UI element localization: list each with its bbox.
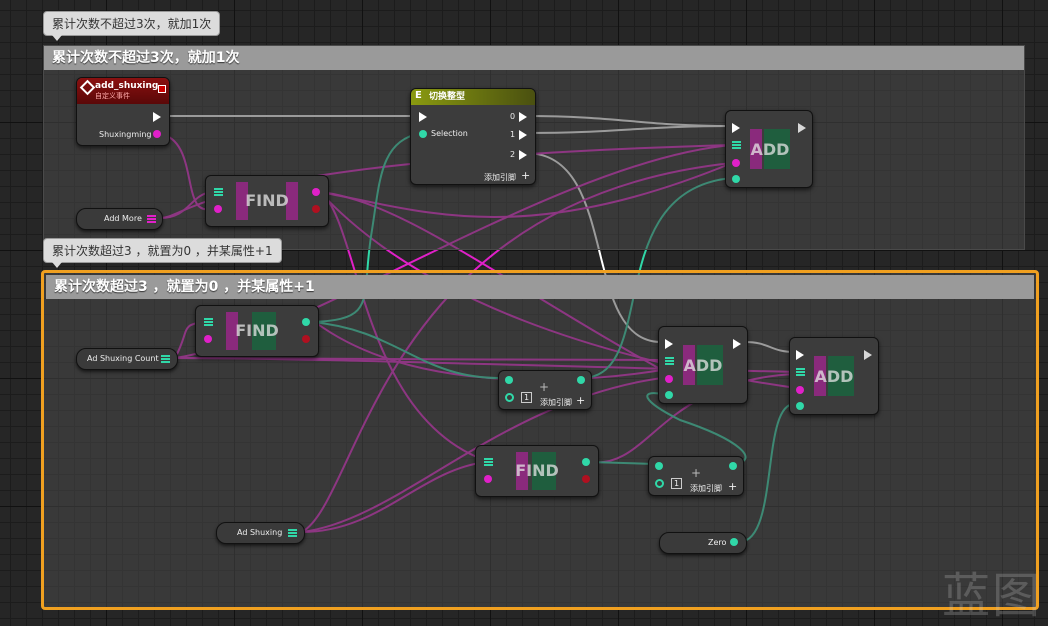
add-item-in-pin[interactable] [665,375,673,383]
event-exec-out-pin[interactable] [153,112,161,122]
event-string-out-pin[interactable] [153,130,161,138]
find-bool-out-pin[interactable] [582,475,590,483]
var-add-more[interactable]: Add More [76,208,163,230]
array-in-icon[interactable] [204,318,213,326]
make-array-node-2[interactable]: + 1 添加引脚 + [648,456,744,496]
make-array-in-pin-0[interactable] [655,462,663,470]
switch-selection-label: Selection [431,129,468,138]
add-label: ADD [814,367,854,386]
add-int-out-pin[interactable] [796,402,804,410]
comment-bubble-top: 累计次数不超过3次，就加1次 [43,11,221,41]
watermark: 蓝图 [941,568,1042,624]
find-item-in-pin[interactable] [484,475,492,483]
make-array-in-pin-1[interactable] [655,479,664,488]
array-in-icon[interactable] [214,188,223,196]
var-array-pin-icon[interactable] [161,355,170,363]
event-delegate-icon[interactable] [158,85,166,93]
comment-header-bottom[interactable]: 累计次数超过3 ，就置为0 ，并某属性+1 [46,275,1034,299]
add-pin-plus-icon[interactable]: + [539,380,549,394]
array-in-icon[interactable] [665,357,674,365]
switch-exec-in-pin[interactable] [419,112,427,122]
find-label: FIND [515,461,559,480]
add-label: ADD [750,140,790,159]
switch-out0-pin[interactable] [519,112,527,122]
switch-out1-label: 1 [510,130,516,139]
comment-header-top[interactable]: 累计次数不超过3次，就加1次 [44,46,1024,70]
add-pin-plus-icon[interactable]: + [691,466,701,480]
add-exec-in-pin[interactable] [732,123,740,133]
event-pin-label: Shuxingming [99,130,152,139]
add-node-2[interactable]: ADD [658,326,748,404]
switch-icon: E [415,90,422,101]
event-diamond-icon [79,79,96,96]
find-item-in-pin[interactable] [204,335,212,343]
find-node-3[interactable]: FIND [475,445,599,497]
make-array-out-pin[interactable] [729,462,737,470]
switch-title: 切换整型 [429,92,466,102]
custom-event-title: add_shuxing 自定义事件 [77,78,169,104]
find-label: FIND [245,191,289,210]
find-bool-out-pin[interactable] [312,205,320,213]
add-node-3[interactable]: ADD [789,337,879,415]
add-pin-plus-icon[interactable]: + [576,394,585,407]
var-label: Add More [104,214,142,223]
array-in-icon[interactable] [732,141,741,149]
switch-title-bar: E 切换整型 [411,89,535,105]
custom-event-node[interactable]: add_shuxing 自定义事件 Shuxingming [76,77,170,146]
make-array-index[interactable]: 1 [671,478,683,489]
array-in-icon[interactable] [484,458,493,466]
find-out-pin[interactable] [312,188,320,196]
find-label: FIND [235,321,279,340]
var-array-pin-icon[interactable] [147,215,156,223]
make-array-out-pin[interactable] [577,376,585,384]
comment-bubble-bottom: 累计次数超过3 ，就置为0 ，并某属性+1 [43,238,282,268]
add-pin-plus-icon[interactable]: + [728,480,737,493]
var-label: Ad Shuxing Count [87,354,159,363]
make-array-in-pin-0[interactable] [505,376,513,384]
var-array-pin-icon[interactable] [288,529,297,537]
add-int-out-pin[interactable] [665,391,673,399]
var-label: Zero [708,538,727,547]
make-array-add-pin-label[interactable]: 添加引脚 [540,397,572,408]
make-array-node-1[interactable]: + 1 添加引脚 + [498,370,592,410]
switch-out2-pin[interactable] [519,150,527,160]
find-node-1[interactable]: FIND [205,175,329,227]
add-int-out-pin[interactable] [732,175,740,183]
find-bool-out-pin[interactable] [302,335,310,343]
make-array-index[interactable]: 1 [521,392,533,403]
switch-on-int-node[interactable]: E 切换整型 Selection 0 1 2 添加引脚 + [410,88,536,185]
comment-box-bottom[interactable]: 累计次数超过3 ，就置为0 ，并某属性+1 [41,270,1039,610]
add-pin-plus-icon[interactable]: + [521,169,530,182]
array-in-icon[interactable] [796,368,805,376]
var-ad-shuxing[interactable]: Ad Shuxing [216,522,305,544]
var-int-pin[interactable] [730,538,738,546]
find-out-pin[interactable] [582,458,590,466]
switch-out1-pin[interactable] [519,130,527,140]
add-item-in-pin[interactable] [796,386,804,394]
add-item-in-pin[interactable] [732,159,740,167]
switch-add-pin-label[interactable]: 添加引脚 [484,172,516,183]
var-ad-shuxing-count[interactable]: Ad Shuxing Count [76,348,178,370]
var-zero[interactable]: Zero [659,532,747,554]
add-exec-out-pin[interactable] [733,339,741,349]
make-array-in-pin-1[interactable] [505,393,514,402]
add-exec-out-pin[interactable] [864,350,872,360]
add-node-1[interactable]: ADD [725,110,813,188]
switch-out2-label: 2 [510,150,516,159]
switch-selection-pin[interactable] [419,130,427,138]
find-item-in-pin[interactable] [214,205,222,213]
add-exec-out-pin[interactable] [798,123,806,133]
add-exec-in-pin[interactable] [796,350,804,360]
add-exec-in-pin[interactable] [665,339,673,349]
switch-out0-label: 0 [510,112,516,121]
make-array-add-pin-label[interactable]: 添加引脚 [690,483,722,494]
find-node-2[interactable]: FIND [195,305,319,357]
find-out-pin[interactable] [302,318,310,326]
var-label: Ad Shuxing [237,528,283,537]
add-label: ADD [683,356,723,375]
